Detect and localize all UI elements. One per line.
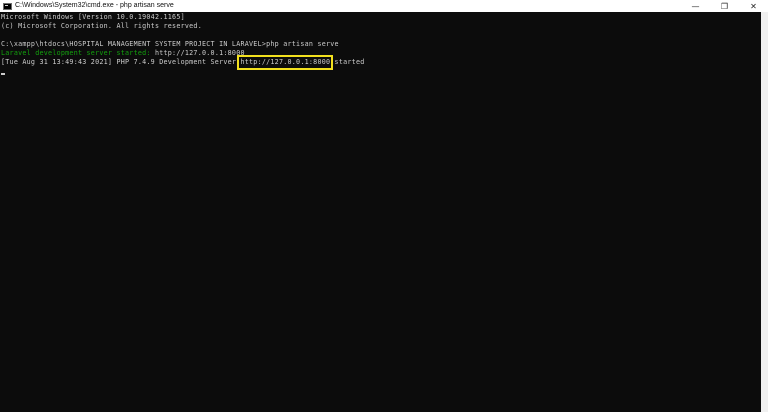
maximize-button[interactable]: ❐ [710,0,739,12]
console-line-server-started: Laravel development server started: http… [1,49,245,58]
status-suffix: started [330,58,365,66]
close-button[interactable]: ✕ [739,0,768,12]
window-controls: — ❐ ✕ [681,0,768,12]
console-line-command: C:\xampp\htdocs\HOSPITAL MANAGEMENT SYST… [1,40,339,48]
status-prefix: [Tue Aug 31 13:49:43 2021] PHP 7.4.9 Dev… [1,58,241,66]
text-cursor [1,73,5,75]
cmd-icon [3,2,12,10]
highlighted-url[interactable]: http://127.0.0.1:8000 [237,55,334,70]
console-line-status: [Tue Aug 31 13:49:43 2021] PHP 7.4.9 Dev… [1,55,365,70]
minimize-button[interactable]: — [681,0,710,12]
console-output[interactable]: Microsoft Windows [Version 10.0.19042.11… [0,12,761,412]
server-started-label: Laravel development server started: [1,49,151,57]
vertical-scrollbar[interactable] [761,12,768,412]
window-title: C:\Windows\System32\cmd.exe - php artisa… [15,2,174,9]
console-line-version: Microsoft Windows [Version 10.0.19042.11… [1,13,185,21]
server-started-url: http://127.0.0.1:8000 [150,49,245,57]
title-bar[interactable]: C:\Windows\System32\cmd.exe - php artisa… [0,0,768,12]
console-line-copyright: (c) Microsoft Corporation. All rights re… [1,22,202,30]
